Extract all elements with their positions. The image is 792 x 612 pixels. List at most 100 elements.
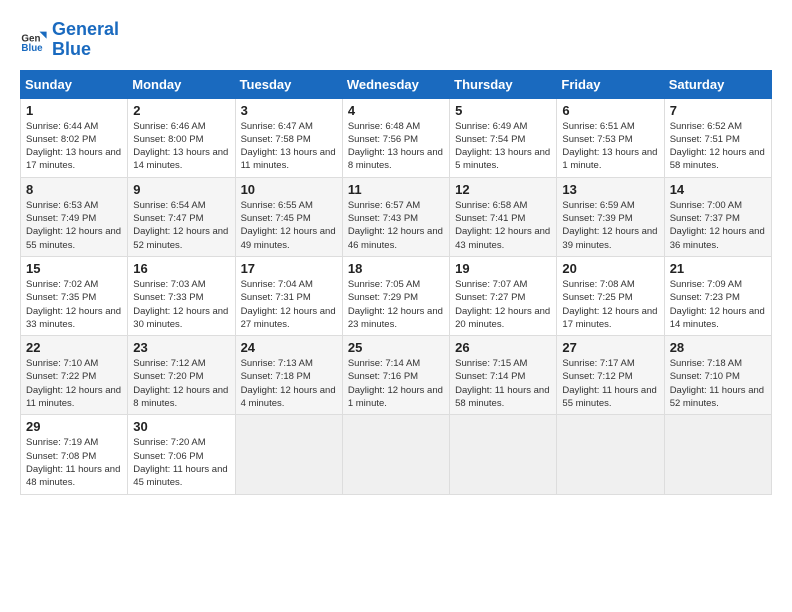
day-number: 18 <box>348 261 444 276</box>
day-info: Sunrise: 7:14 AM Sunset: 7:16 PM Dayligh… <box>348 357 444 410</box>
day-number: 1 <box>26 103 122 118</box>
day-number: 26 <box>455 340 551 355</box>
calendar-day-cell: 30 Sunrise: 7:20 AM Sunset: 7:06 PM Dayl… <box>128 415 235 494</box>
col-sunday: Sunday <box>21 70 128 98</box>
day-info: Sunrise: 7:04 AM Sunset: 7:31 PM Dayligh… <box>241 278 337 331</box>
col-monday: Monday <box>128 70 235 98</box>
calendar-day-cell: 17 Sunrise: 7:04 AM Sunset: 7:31 PM Dayl… <box>235 256 342 335</box>
calendar-day-cell: 11 Sunrise: 6:57 AM Sunset: 7:43 PM Dayl… <box>342 177 449 256</box>
calendar-day-cell: 19 Sunrise: 7:07 AM Sunset: 7:27 PM Dayl… <box>450 256 557 335</box>
calendar-day-cell: 16 Sunrise: 7:03 AM Sunset: 7:33 PM Dayl… <box>128 256 235 335</box>
day-info: Sunrise: 6:52 AM Sunset: 7:51 PM Dayligh… <box>670 120 766 173</box>
day-number: 20 <box>562 261 658 276</box>
logo: Gen Blue General Blue <box>20 20 119 60</box>
calendar-day-cell: 9 Sunrise: 6:54 AM Sunset: 7:47 PM Dayli… <box>128 177 235 256</box>
day-number: 9 <box>133 182 229 197</box>
calendar-week-row: 29 Sunrise: 7:19 AM Sunset: 7:08 PM Dayl… <box>21 415 772 494</box>
col-friday: Friday <box>557 70 664 98</box>
calendar-day-cell: 21 Sunrise: 7:09 AM Sunset: 7:23 PM Dayl… <box>664 256 771 335</box>
calendar-day-cell: 8 Sunrise: 6:53 AM Sunset: 7:49 PM Dayli… <box>21 177 128 256</box>
day-info: Sunrise: 7:15 AM Sunset: 7:14 PM Dayligh… <box>455 357 551 410</box>
day-info: Sunrise: 7:09 AM Sunset: 7:23 PM Dayligh… <box>670 278 766 331</box>
calendar-table: Sunday Monday Tuesday Wednesday Thursday… <box>20 70 772 495</box>
day-info: Sunrise: 6:58 AM Sunset: 7:41 PM Dayligh… <box>455 199 551 252</box>
day-info: Sunrise: 7:05 AM Sunset: 7:29 PM Dayligh… <box>348 278 444 331</box>
day-number: 10 <box>241 182 337 197</box>
logo-text: General <box>52 20 119 40</box>
day-number: 29 <box>26 419 122 434</box>
day-number: 28 <box>670 340 766 355</box>
col-wednesday: Wednesday <box>342 70 449 98</box>
day-info: Sunrise: 6:54 AM Sunset: 7:47 PM Dayligh… <box>133 199 229 252</box>
day-info: Sunrise: 7:03 AM Sunset: 7:33 PM Dayligh… <box>133 278 229 331</box>
day-number: 5 <box>455 103 551 118</box>
day-info: Sunrise: 7:10 AM Sunset: 7:22 PM Dayligh… <box>26 357 122 410</box>
calendar-day-cell: 7 Sunrise: 6:52 AM Sunset: 7:51 PM Dayli… <box>664 98 771 177</box>
day-number: 22 <box>26 340 122 355</box>
day-number: 6 <box>562 103 658 118</box>
page-header: Gen Blue General Blue <box>20 20 772 60</box>
col-thursday: Thursday <box>450 70 557 98</box>
day-info: Sunrise: 7:08 AM Sunset: 7:25 PM Dayligh… <box>562 278 658 331</box>
day-number: 8 <box>26 182 122 197</box>
day-number: 3 <box>241 103 337 118</box>
calendar-day-cell: 15 Sunrise: 7:02 AM Sunset: 7:35 PM Dayl… <box>21 256 128 335</box>
calendar-day-cell: 22 Sunrise: 7:10 AM Sunset: 7:22 PM Dayl… <box>21 336 128 415</box>
calendar-day-cell: 26 Sunrise: 7:15 AM Sunset: 7:14 PM Dayl… <box>450 336 557 415</box>
col-tuesday: Tuesday <box>235 70 342 98</box>
day-number: 19 <box>455 261 551 276</box>
calendar-day-cell: 12 Sunrise: 6:58 AM Sunset: 7:41 PM Dayl… <box>450 177 557 256</box>
calendar-day-cell: 2 Sunrise: 6:46 AM Sunset: 8:00 PM Dayli… <box>128 98 235 177</box>
day-info: Sunrise: 6:57 AM Sunset: 7:43 PM Dayligh… <box>348 199 444 252</box>
calendar-day-cell: 25 Sunrise: 7:14 AM Sunset: 7:16 PM Dayl… <box>342 336 449 415</box>
calendar-day-cell: 18 Sunrise: 7:05 AM Sunset: 7:29 PM Dayl… <box>342 256 449 335</box>
day-info: Sunrise: 7:17 AM Sunset: 7:12 PM Dayligh… <box>562 357 658 410</box>
day-number: 23 <box>133 340 229 355</box>
day-info: Sunrise: 6:44 AM Sunset: 8:02 PM Dayligh… <box>26 120 122 173</box>
day-info: Sunrise: 6:51 AM Sunset: 7:53 PM Dayligh… <box>562 120 658 173</box>
calendar-day-cell: 23 Sunrise: 7:12 AM Sunset: 7:20 PM Dayl… <box>128 336 235 415</box>
day-number: 25 <box>348 340 444 355</box>
day-info: Sunrise: 6:53 AM Sunset: 7:49 PM Dayligh… <box>26 199 122 252</box>
calendar-day-cell: 24 Sunrise: 7:13 AM Sunset: 7:18 PM Dayl… <box>235 336 342 415</box>
day-number: 11 <box>348 182 444 197</box>
calendar-day-cell: 4 Sunrise: 6:48 AM Sunset: 7:56 PM Dayli… <box>342 98 449 177</box>
day-info: Sunrise: 7:07 AM Sunset: 7:27 PM Dayligh… <box>455 278 551 331</box>
calendar-day-cell: 14 Sunrise: 7:00 AM Sunset: 7:37 PM Dayl… <box>664 177 771 256</box>
calendar-week-row: 1 Sunrise: 6:44 AM Sunset: 8:02 PM Dayli… <box>21 98 772 177</box>
day-info: Sunrise: 7:12 AM Sunset: 7:20 PM Dayligh… <box>133 357 229 410</box>
calendar-day-cell: 6 Sunrise: 6:51 AM Sunset: 7:53 PM Dayli… <box>557 98 664 177</box>
weekday-header-row: Sunday Monday Tuesday Wednesday Thursday… <box>21 70 772 98</box>
calendar-body: 1 Sunrise: 6:44 AM Sunset: 8:02 PM Dayli… <box>21 98 772 494</box>
day-info: Sunrise: 7:13 AM Sunset: 7:18 PM Dayligh… <box>241 357 337 410</box>
day-info: Sunrise: 6:48 AM Sunset: 7:56 PM Dayligh… <box>348 120 444 173</box>
calendar-day-cell: 1 Sunrise: 6:44 AM Sunset: 8:02 PM Dayli… <box>21 98 128 177</box>
calendar-week-row: 15 Sunrise: 7:02 AM Sunset: 7:35 PM Dayl… <box>21 256 772 335</box>
day-number: 2 <box>133 103 229 118</box>
calendar-day-cell: 28 Sunrise: 7:18 AM Sunset: 7:10 PM Dayl… <box>664 336 771 415</box>
calendar-week-row: 8 Sunrise: 6:53 AM Sunset: 7:49 PM Dayli… <box>21 177 772 256</box>
calendar-day-cell <box>235 415 342 494</box>
day-number: 24 <box>241 340 337 355</box>
logo-icon: Gen Blue <box>20 26 48 54</box>
calendar-week-row: 22 Sunrise: 7:10 AM Sunset: 7:22 PM Dayl… <box>21 336 772 415</box>
calendar-day-cell: 5 Sunrise: 6:49 AM Sunset: 7:54 PM Dayli… <box>450 98 557 177</box>
day-number: 13 <box>562 182 658 197</box>
day-number: 14 <box>670 182 766 197</box>
day-info: Sunrise: 6:49 AM Sunset: 7:54 PM Dayligh… <box>455 120 551 173</box>
day-number: 21 <box>670 261 766 276</box>
day-info: Sunrise: 7:19 AM Sunset: 7:08 PM Dayligh… <box>26 436 122 489</box>
day-info: Sunrise: 6:55 AM Sunset: 7:45 PM Dayligh… <box>241 199 337 252</box>
day-number: 27 <box>562 340 658 355</box>
day-number: 17 <box>241 261 337 276</box>
day-info: Sunrise: 7:00 AM Sunset: 7:37 PM Dayligh… <box>670 199 766 252</box>
day-info: Sunrise: 7:20 AM Sunset: 7:06 PM Dayligh… <box>133 436 229 489</box>
calendar-day-cell: 29 Sunrise: 7:19 AM Sunset: 7:08 PM Dayl… <box>21 415 128 494</box>
calendar-day-cell <box>342 415 449 494</box>
day-number: 7 <box>670 103 766 118</box>
day-number: 12 <box>455 182 551 197</box>
day-info: Sunrise: 6:46 AM Sunset: 8:00 PM Dayligh… <box>133 120 229 173</box>
day-info: Sunrise: 6:47 AM Sunset: 7:58 PM Dayligh… <box>241 120 337 173</box>
day-number: 15 <box>26 261 122 276</box>
day-number: 30 <box>133 419 229 434</box>
